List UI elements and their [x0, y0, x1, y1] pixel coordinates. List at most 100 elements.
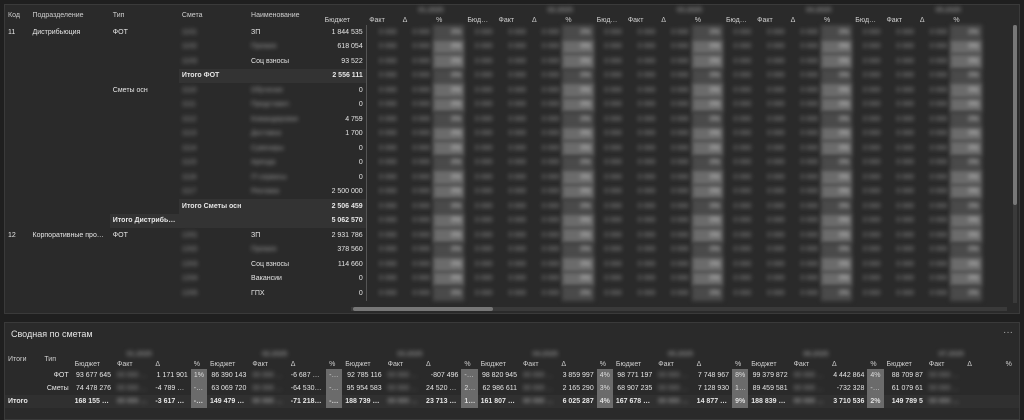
column-header[interactable]: % [191, 359, 207, 369]
table-row[interactable]: 11 Дистрибьюция ФОТ 1101 ЗП 1 844 535 0 000 0 0… [5, 25, 1013, 40]
column-header[interactable]: Δ [288, 359, 326, 369]
column-header[interactable]: Наименование [248, 5, 322, 25]
table-row[interactable]: 1115 Аренда 0 0 000 0 000 0% 0 000 0 000 0 000 0%… [5, 155, 1013, 170]
summary-row[interactable]: Итого 168 155 922 00 000 000 -3 617 997 -2% 1… [5, 395, 1019, 408]
column-header[interactable]: % [867, 359, 883, 369]
fact-cell: 0 000 [767, 173, 785, 181]
percent-cell: 0% [562, 112, 594, 127]
table-row[interactable]: 12 Корпоративные продажи ФОТ 1201 ЗП 2 931 78… [5, 228, 1013, 243]
table-row[interactable]: 1113 Доставка 1 700 0 000 0 000 0% 0 000 0 000 0… [5, 126, 1013, 141]
column-header[interactable]: Бюджет [464, 15, 495, 25]
table-row[interactable]: 1102 Премия 618 054 0 000 0 000 0% 0 000 0 000 0… [5, 39, 1013, 54]
table-row[interactable]: 1117 Реклама 2 500 000 0 000 0 000 0% 0 000 0 0… [5, 184, 1013, 199]
type-cell [110, 257, 179, 272]
column-header[interactable]: Факт [883, 15, 916, 25]
column-header[interactable]: % [461, 359, 477, 369]
column-header[interactable]: Факт [366, 15, 399, 25]
column-header[interactable]: Факт [791, 359, 829, 369]
column-header[interactable]: Δ [558, 359, 596, 369]
column-header[interactable]: Бюджет [594, 15, 625, 25]
summary-row[interactable]: ФОТ 93 677 645 00 000 000 1 171 901 1% 86 390… [5, 369, 1019, 382]
table-row[interactable]: 1205 ГПХ 0 0 000 0 000 0% 0 000 0 000 0 000 0% 0 0… [5, 286, 1013, 301]
column-header[interactable]: Факт [249, 359, 287, 369]
column-header[interactable]: Δ [152, 359, 190, 369]
column-header[interactable]: Бюджет [723, 15, 754, 25]
column-header[interactable]: % [950, 15, 981, 25]
column-header[interactable]: Δ [788, 15, 821, 25]
fact-cell: 0 000 [767, 144, 785, 152]
fact-cell: 0 000 [379, 260, 397, 268]
column-header[interactable]: % [326, 359, 342, 369]
column-header[interactable]: Бюджет [748, 359, 790, 369]
delta-cell: 0 000 [671, 202, 689, 210]
column-header[interactable]: Бюджет [478, 359, 520, 369]
column-header[interactable]: Бюджет [342, 359, 384, 369]
column-header[interactable]: Бюджет [884, 359, 926, 369]
column-header[interactable]: Факт [754, 15, 787, 25]
column-header[interactable]: Факт [926, 359, 964, 369]
table-row[interactable]: 1204 Вакансии 0 0 000 0 000 0% 0 000 0 000 0 000… [5, 271, 1013, 286]
column-header[interactable]: % [562, 15, 593, 25]
code-cell [5, 257, 30, 272]
column-header[interactable]: Факт [655, 359, 693, 369]
column-header[interactable]: Δ [917, 15, 950, 25]
column-header[interactable]: Δ [658, 15, 691, 25]
scrollbar-thumb[interactable] [353, 307, 493, 311]
percent-cell: 0% [562, 25, 594, 40]
column-header[interactable]: Факт [496, 15, 529, 25]
table-row[interactable]: 1103 Соц взносы 93 522 0 000 0 000 0% 0 000 0 0… [5, 54, 1013, 69]
column-header[interactable]: Бюджет [613, 359, 655, 369]
column-header[interactable]: Δ [964, 359, 1002, 369]
column-header[interactable]: Δ [400, 15, 433, 25]
totals-cell [5, 369, 41, 382]
column-header[interactable]: Тип [41, 349, 71, 369]
column-header[interactable]: Бюджет [207, 359, 249, 369]
column-header[interactable]: % [433, 15, 464, 25]
delta-cell: -4 789 898 [155, 385, 189, 392]
table-row[interactable]: Сметы осн 1110 Обучение 0 0 000 0 000 0% 0 000 0… [5, 83, 1013, 98]
table-row[interactable]: Итого ФОТ 2 556 111 0 000 0 000 0% 0 000 0 000… [5, 68, 1013, 83]
vertical-scrollbar[interactable] [1013, 25, 1017, 303]
column-header[interactable]: Итоги [5, 349, 41, 369]
column-header[interactable]: Факт [625, 15, 658, 25]
table-row[interactable]: Итого Дистрибьюция5 062 5700 0000 0000%0… [5, 213, 1013, 228]
table-row[interactable]: 1203 Соц взносы 114 660 0 000 0 000 0% 0 000 0 … [5, 257, 1013, 272]
column-header[interactable]: % [597, 359, 613, 369]
budget-cell: 0 000 [475, 28, 493, 36]
fact-cell: 0 000 [508, 275, 526, 283]
table-row[interactable]: 1202 Премия 378 560 0 000 0 000 0% 0 000 0 000 0… [5, 242, 1013, 257]
column-header[interactable]: Код [5, 5, 30, 25]
column-header[interactable]: % [692, 15, 723, 25]
column-header[interactable]: Бюджет [322, 15, 367, 25]
table-row[interactable]: 1111 Представит. 0 0 000 0 000 0% 0 000 0 000 0 … [5, 97, 1013, 112]
table-row[interactable]: Итого Сметы осн 2 506 459 0 000 0 000 0% 0 00… [5, 199, 1013, 214]
column-header[interactable]: Бюджет [852, 15, 883, 25]
column-header[interactable]: Δ [694, 359, 732, 369]
summary-row[interactable]: Сметы 74 478 276 00 000 000 -4 789 898 -6% 63… [5, 382, 1019, 395]
table-row[interactable]: 1116 IT-сервисы 0 0 000 0 000 0% 0 000 0 000 0 0… [5, 170, 1013, 185]
table-row[interactable]: 1114 Сувениры 0 0 000 0 000 0% 0 000 0 000 0 000… [5, 141, 1013, 156]
column-header[interactable]: Бюджет [72, 359, 114, 369]
column-header[interactable]: Δ [423, 359, 461, 369]
column-header[interactable]: % [1003, 359, 1019, 369]
column-header[interactable]: Смета [179, 5, 248, 25]
estimate-cell: Итого Сметы осн [178, 199, 249, 214]
column-header[interactable]: Δ [829, 359, 867, 369]
column-header[interactable]: Δ [529, 15, 562, 25]
horizontal-scrollbar[interactable] [351, 307, 1007, 311]
column-header[interactable]: Факт [520, 359, 558, 369]
percent-cell: 0% [950, 242, 982, 257]
column-header[interactable]: % [821, 15, 852, 25]
budget-cell: 618 054 [321, 39, 367, 54]
column-header[interactable]: Тип [110, 5, 179, 25]
more-horizontal-icon[interactable]: ··· [1003, 327, 1013, 338]
column-header[interactable]: Факт [385, 359, 423, 369]
column-header[interactable]: % [732, 359, 748, 369]
column-header[interactable]: Подразделение [30, 5, 110, 25]
column-header[interactable]: Факт [114, 359, 152, 369]
delta-cell: 0 000 [671, 173, 689, 181]
table-row[interactable]: 1112 Командировки 4 759 0 000 0 000 0% 0 000 0 … [5, 112, 1013, 127]
spacer [322, 5, 367, 15]
scrollbar-thumb[interactable] [1013, 25, 1017, 205]
estimate-cell: Итого ФОТ [178, 68, 249, 83]
